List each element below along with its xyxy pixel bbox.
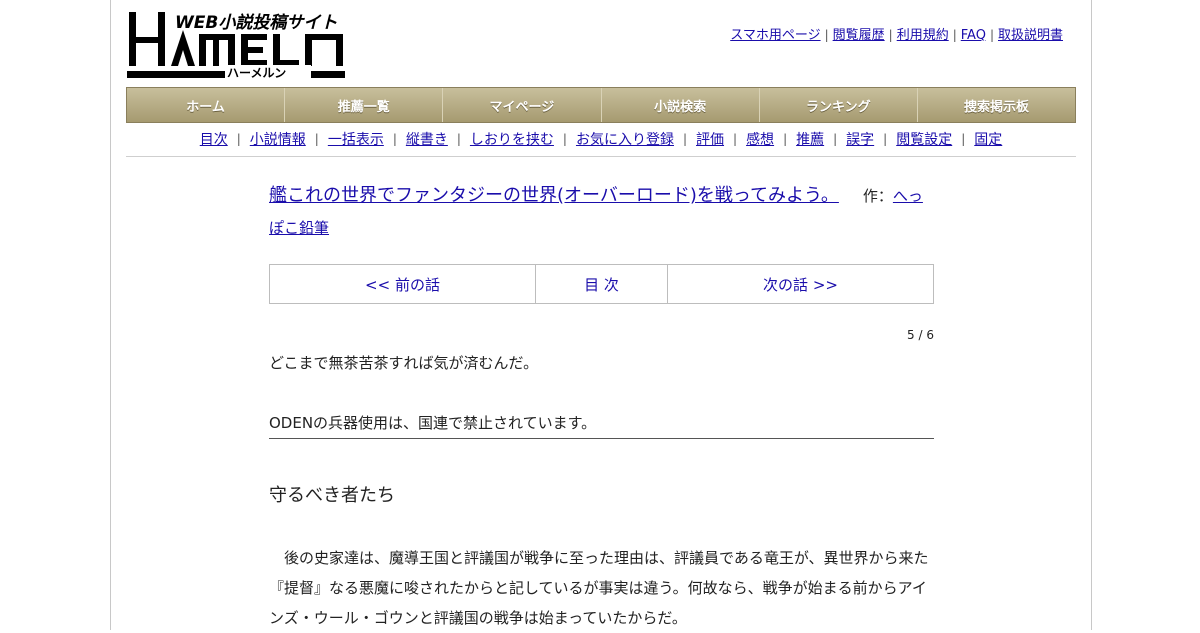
separator: |: [562, 132, 567, 146]
nav-recommend[interactable]: 推薦一覧: [285, 88, 444, 122]
subnav-toc[interactable]: 目次: [200, 129, 228, 149]
chapter-count: 5 / 6: [907, 328, 934, 342]
separator: |: [961, 132, 966, 146]
subnav-recommend[interactable]: 推薦: [796, 129, 824, 149]
separator: |: [952, 28, 957, 42]
main-nav: ホーム 推薦一覧 マイページ 小説検索 ランキング 捜索掲示板: [126, 87, 1076, 123]
separator: |: [456, 132, 461, 146]
subnav-typo[interactable]: 誤字: [846, 129, 874, 149]
subnav-fixed[interactable]: 固定: [974, 129, 1002, 149]
separator: |: [883, 132, 888, 146]
chapter-title: 守るべき者たち: [269, 485, 395, 506]
separator: |: [989, 28, 994, 42]
novel-title-link[interactable]: 艦これの世界でファンタジーの世界(オーバーロード)を戦ってみよう。: [269, 185, 839, 206]
subnav-review[interactable]: 感想: [746, 129, 774, 149]
nav-mypage[interactable]: マイページ: [443, 88, 602, 122]
nav-home[interactable]: ホーム: [127, 88, 286, 122]
link-history[interactable]: 閲覧履歴: [833, 28, 885, 43]
nav-search[interactable]: 小説検索: [602, 88, 760, 122]
next-chapter-link[interactable]: 次の話 >>: [668, 265, 933, 303]
link-manual[interactable]: 取扱説明書: [998, 28, 1063, 43]
link-terms[interactable]: 利用規約: [897, 28, 949, 43]
top-links: スマホ用ページ | 閲覧履歴 | 利用規約 | FAQ | 取扱説明書: [730, 24, 1063, 43]
chapter-body: 後の史家達は、魔導王国と評議国が戦争に至った理由は、評議員である竜王が、異世界か…: [269, 549, 929, 627]
preface-line: ODENの兵器使用は、国連で禁止されています。: [269, 414, 934, 439]
hameln-logo-graphic: WEB小説投稿サイト ハーメルン: [127, 12, 345, 80]
subnav-favorite[interactable]: お気に入り登録: [576, 129, 674, 149]
subnav-rating[interactable]: 評価: [696, 129, 724, 149]
preface-line: どこまで無茶苦茶すれば気が済むんだ。: [269, 354, 539, 372]
preface: どこまで無茶苦茶すれば気が済むんだ。 ODENの兵器使用は、国連で禁止されていま…: [269, 354, 934, 439]
nav-ranking[interactable]: ランキング: [760, 88, 918, 122]
subnav-vertical[interactable]: 縦書き: [406, 129, 448, 149]
nav-board[interactable]: 捜索掲示板: [918, 88, 1075, 122]
novel-title-block: 艦これの世界でファンタジーの世界(オーバーロード)を戦ってみよう。 作：へっぽこ鉛…: [269, 180, 934, 244]
separator: |: [733, 132, 738, 146]
chapter-pager: << 前の話 目 次 次の話 >>: [269, 264, 934, 304]
separator: |: [783, 132, 788, 146]
author-prefix: 作：: [862, 187, 893, 205]
hameln-logo[interactable]: WEB小説投稿サイト ハーメルン: [127, 10, 347, 80]
prev-chapter-link[interactable]: << 前の話: [270, 265, 536, 303]
page-container: WEB小説投稿サイト ハーメルン スマホ用ページ | 閲覧履歴 | 利用規約 | FAQ | 取…: [110, 0, 1092, 630]
subnav-settings[interactable]: 閲覧設定: [896, 129, 952, 149]
link-smartphone[interactable]: スマホ用ページ: [730, 28, 820, 43]
toc-link[interactable]: 目 次: [536, 265, 668, 303]
subnav-info[interactable]: 小説情報: [250, 129, 306, 149]
subnav-bookmark[interactable]: しおりを挟む: [470, 129, 554, 149]
separator: |: [314, 132, 319, 146]
separator: |: [392, 132, 397, 146]
svg-text:WEB小説投稿サイト: WEB小説投稿サイト: [175, 13, 337, 33]
separator: |: [833, 132, 838, 146]
separator: |: [824, 28, 829, 42]
separator: |: [682, 132, 688, 146]
main-content: 艦これの世界でファンタジーの世界(オーバーロード)を戦ってみよう。 作：へっぽこ鉛…: [269, 180, 934, 633]
svg-text:ハーメルン: ハーメルン: [227, 66, 286, 80]
separator: |: [888, 28, 893, 42]
novel-subnav: 目次 | 小説情報 | 一括表示 | 縦書き | しおりを挟む | お気に入り登録 | 評価 | 感想 | 推薦…: [126, 122, 1076, 157]
separator: |: [236, 132, 241, 146]
subnav-full[interactable]: 一括表示: [328, 129, 384, 149]
link-faq[interactable]: FAQ: [961, 28, 986, 43]
